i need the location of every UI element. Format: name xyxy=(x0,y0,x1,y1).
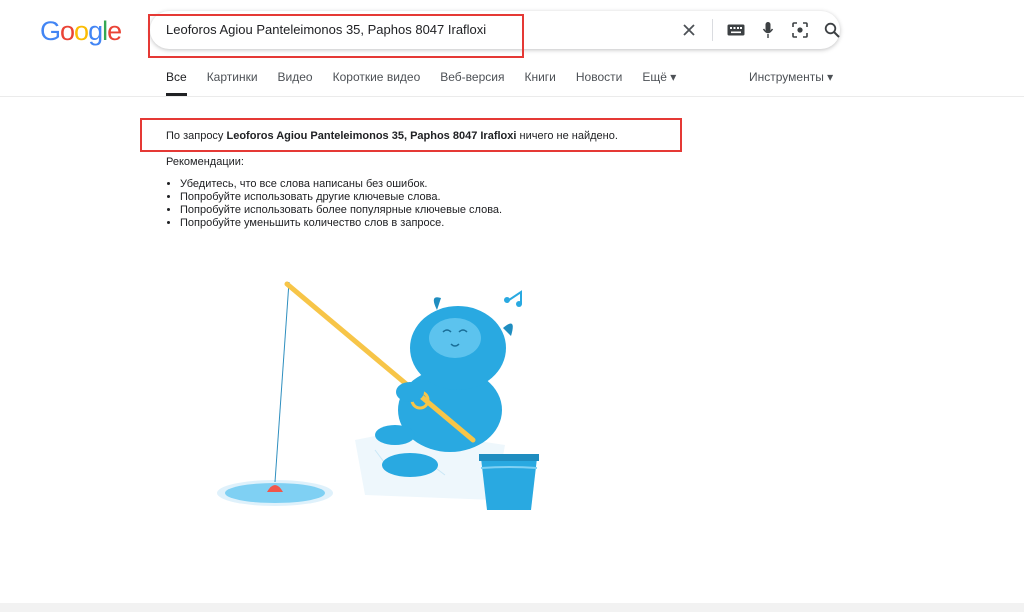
recommendation-item: Убедитесь, что все слова написаны без ош… xyxy=(180,178,502,191)
footer-bar xyxy=(0,603,1024,612)
google-logo[interactable]: Google xyxy=(40,16,122,47)
microphone-icon[interactable] xyxy=(757,19,779,41)
recommendation-item: Попробуйте уменьшить количество слов в з… xyxy=(180,217,502,230)
logo-letter: o xyxy=(74,16,89,46)
recommendations-list: Убедитесь, что все слова написаны без ош… xyxy=(166,178,502,230)
search-tabs: Все Картинки Видео Короткие видео Веб-ве… xyxy=(166,70,696,96)
recommendations-title: Рекомендации: xyxy=(166,156,244,168)
logo-letter: g xyxy=(88,16,103,46)
tab-images[interactable]: Картинки xyxy=(207,70,258,96)
tab-all[interactable]: Все xyxy=(166,70,187,96)
keyboard-icon[interactable] xyxy=(725,19,747,41)
tab-books[interactable]: Книги xyxy=(524,70,555,96)
tab-short-videos[interactable]: Короткие видео xyxy=(333,70,421,96)
tab-videos[interactable]: Видео xyxy=(278,70,313,96)
tab-web[interactable]: Веб-версия xyxy=(440,70,504,96)
tabs-divider xyxy=(0,96,1024,97)
lens-icon[interactable] xyxy=(789,19,811,41)
search-box-icons xyxy=(668,11,843,49)
search-icon[interactable] xyxy=(821,19,843,41)
message-highlight-box xyxy=(140,118,682,152)
divider xyxy=(712,19,713,41)
logo-letter: o xyxy=(60,16,75,46)
query-highlight-box xyxy=(148,14,524,58)
tools-button[interactable]: Инструменты ▾ xyxy=(749,70,833,84)
recommendation-item: Попробуйте использовать другие ключевые … xyxy=(180,191,502,204)
logo-letter: e xyxy=(107,16,122,46)
clear-icon[interactable] xyxy=(678,19,700,41)
recommendation-item: Попробуйте использовать более популярные… xyxy=(180,204,502,217)
no-results-illustration xyxy=(205,270,565,525)
fishing-yeti-illustration xyxy=(217,281,539,510)
tab-news[interactable]: Новости xyxy=(576,70,622,96)
logo-letter: G xyxy=(40,16,61,46)
tab-more[interactable]: Ещё ▾ xyxy=(642,70,676,96)
